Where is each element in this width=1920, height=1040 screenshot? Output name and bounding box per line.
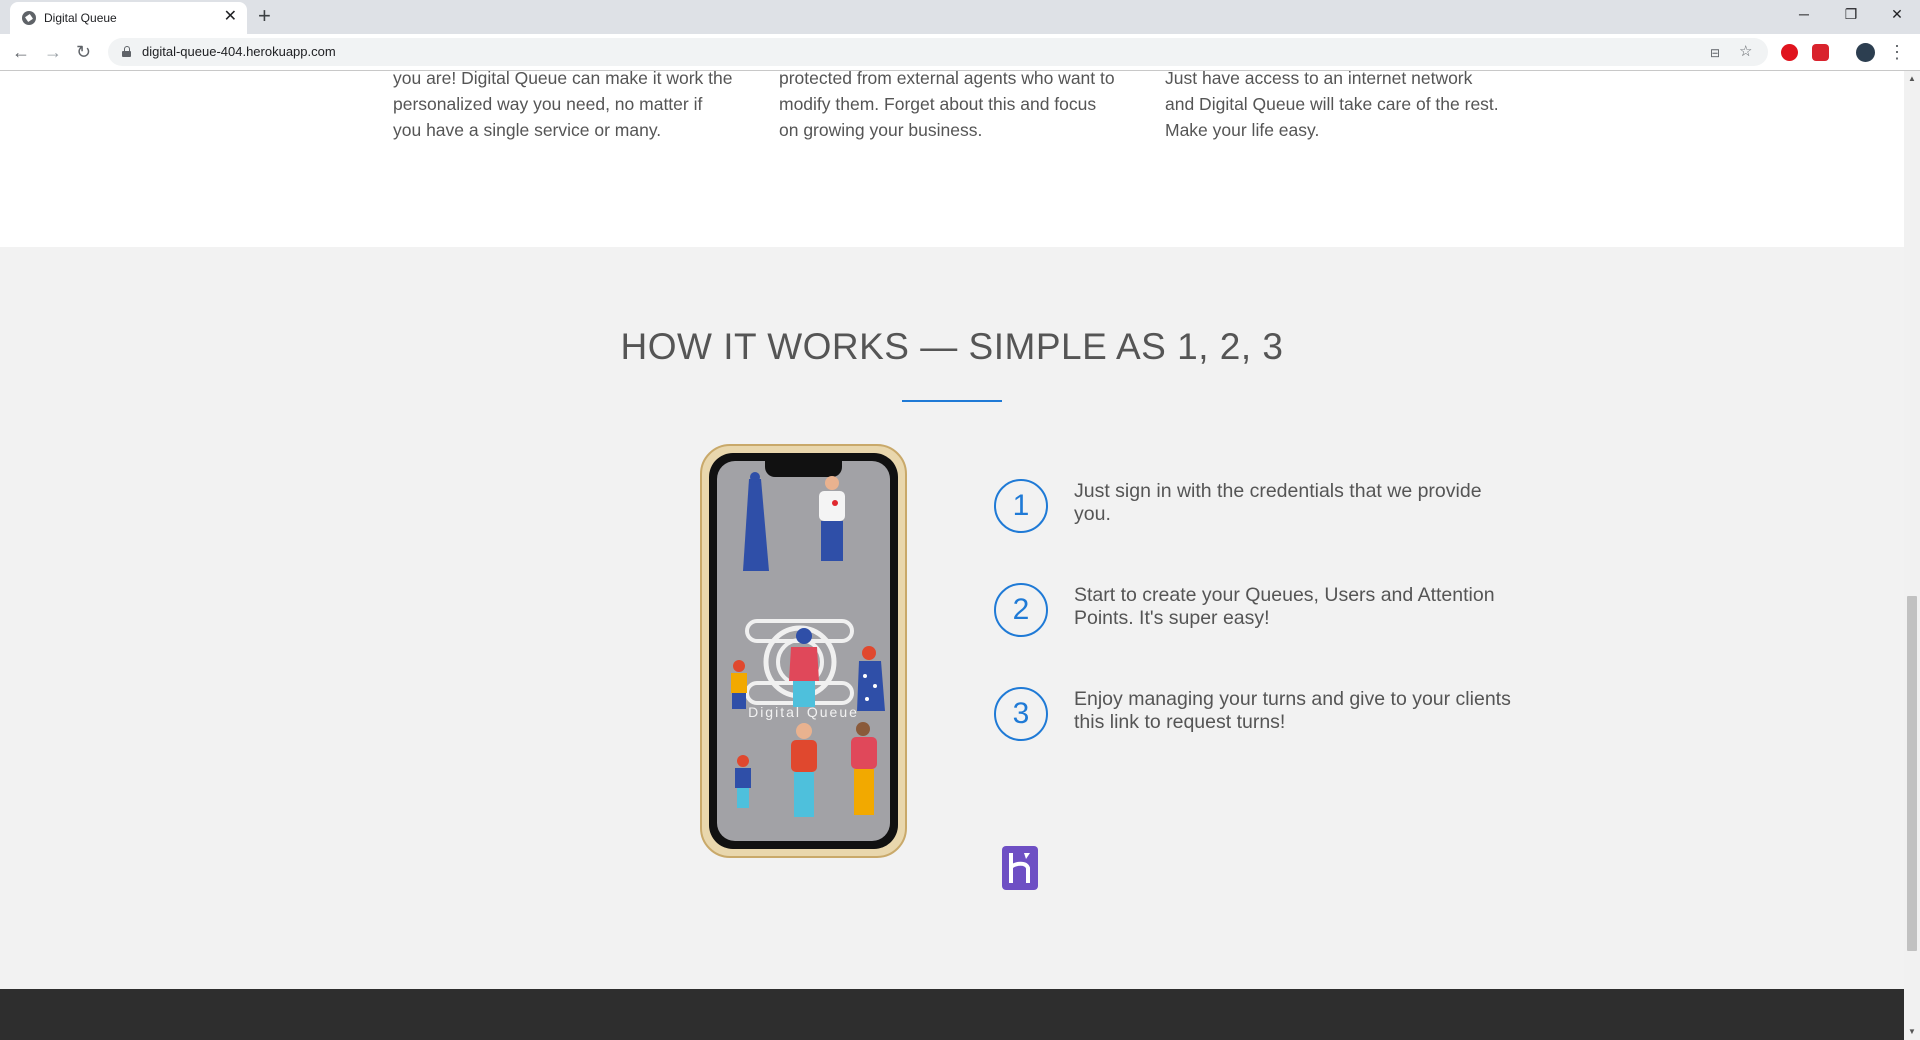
profile-avatar[interactable] (1856, 43, 1875, 62)
tab-title: Digital Queue (44, 11, 117, 25)
reload-icon[interactable]: ↻ (76, 42, 91, 62)
step-text: Enjoy managing your turns and give to yo… (1074, 688, 1511, 733)
scroll-up-arrow-icon[interactable]: ▲ (1904, 71, 1920, 87)
step-number-circle: 1 (994, 479, 1048, 533)
step-3: 3 Enjoy managing your turns and give to … (994, 687, 1514, 741)
browser-tab[interactable]: Digital Queue ✕ (10, 2, 247, 34)
feature-text-3: Just have access to an internet network … (1165, 71, 1499, 140)
phone-mockup: Digital Queue (700, 444, 907, 858)
close-window-button[interactable]: ✕ (1882, 4, 1912, 24)
adblock-extension-icon[interactable] (1812, 44, 1829, 61)
opera-extension-icon[interactable] (1781, 44, 1798, 61)
star-icon[interactable]: ☆ (1739, 44, 1752, 60)
scroll-thumb[interactable] (1907, 596, 1917, 951)
page-content: you are! Digital Queue can make it work … (0, 71, 1904, 1040)
page-footer (0, 989, 1904, 1040)
globe-favicon-icon (22, 11, 36, 25)
page-scrollbar[interactable]: ▲ ▼ (1904, 71, 1920, 1040)
phone-screen: Digital Queue (717, 461, 890, 841)
title-divider (902, 400, 1002, 402)
browser-tab-bar: Digital Queue ✕ + ─ ❐ ✕ (0, 0, 1920, 34)
restore-button[interactable]: ❐ (1836, 4, 1866, 24)
new-tab-button[interactable]: + (258, 4, 271, 28)
translate-icon[interactable]: ⊟ (1710, 45, 1720, 61)
url-text[interactable]: digital-queue-404.herokuapp.com (142, 44, 336, 59)
scroll-down-arrow-icon[interactable]: ▼ (1904, 1024, 1920, 1040)
features-section: you are! Digital Queue can make it work … (0, 71, 1904, 247)
step-text: Just sign in with the credentials that w… (1074, 480, 1482, 525)
step-number-circle: 3 (994, 687, 1048, 741)
feature-text-2: protected from external agents who want … (779, 71, 1115, 140)
step-text: Start to create your Queues, Users and A… (1074, 584, 1495, 629)
step-1: 1 Just sign in with the credentials that… (994, 479, 1514, 533)
step-2: 2 Start to create your Queues, Users and… (994, 583, 1514, 637)
step-number-circle: 2 (994, 583, 1048, 637)
forward-arrow-icon[interactable]: → (44, 42, 62, 62)
lock-icon[interactable] (122, 46, 131, 57)
people-illustration (731, 472, 885, 817)
section-title: HOW IT WORKS — SIMPLE AS 1, 2, 3 (620, 326, 1284, 367)
tab-close-icon[interactable]: ✕ (224, 8, 237, 26)
browser-toolbar: ← → ↻ digital-queue-404.herokuapp.com ⊟ … (0, 34, 1920, 71)
minimize-button[interactable]: ─ (1789, 4, 1819, 24)
phone-logo-text: Digital Queue (748, 704, 859, 720)
feature-text-1: you are! Digital Queue can make it work … (393, 71, 733, 140)
menu-dots-icon[interactable]: ⋮ (1888, 42, 1906, 62)
back-arrow-icon[interactable]: ← (12, 42, 30, 62)
how-it-works-section: HOW IT WORKS — SIMPLE AS 1, 2, 3 Digital… (0, 247, 1904, 989)
heroku-logo-icon[interactable] (1002, 846, 1038, 890)
address-bar[interactable]: digital-queue-404.herokuapp.com ⊟ ☆ (108, 38, 1768, 66)
